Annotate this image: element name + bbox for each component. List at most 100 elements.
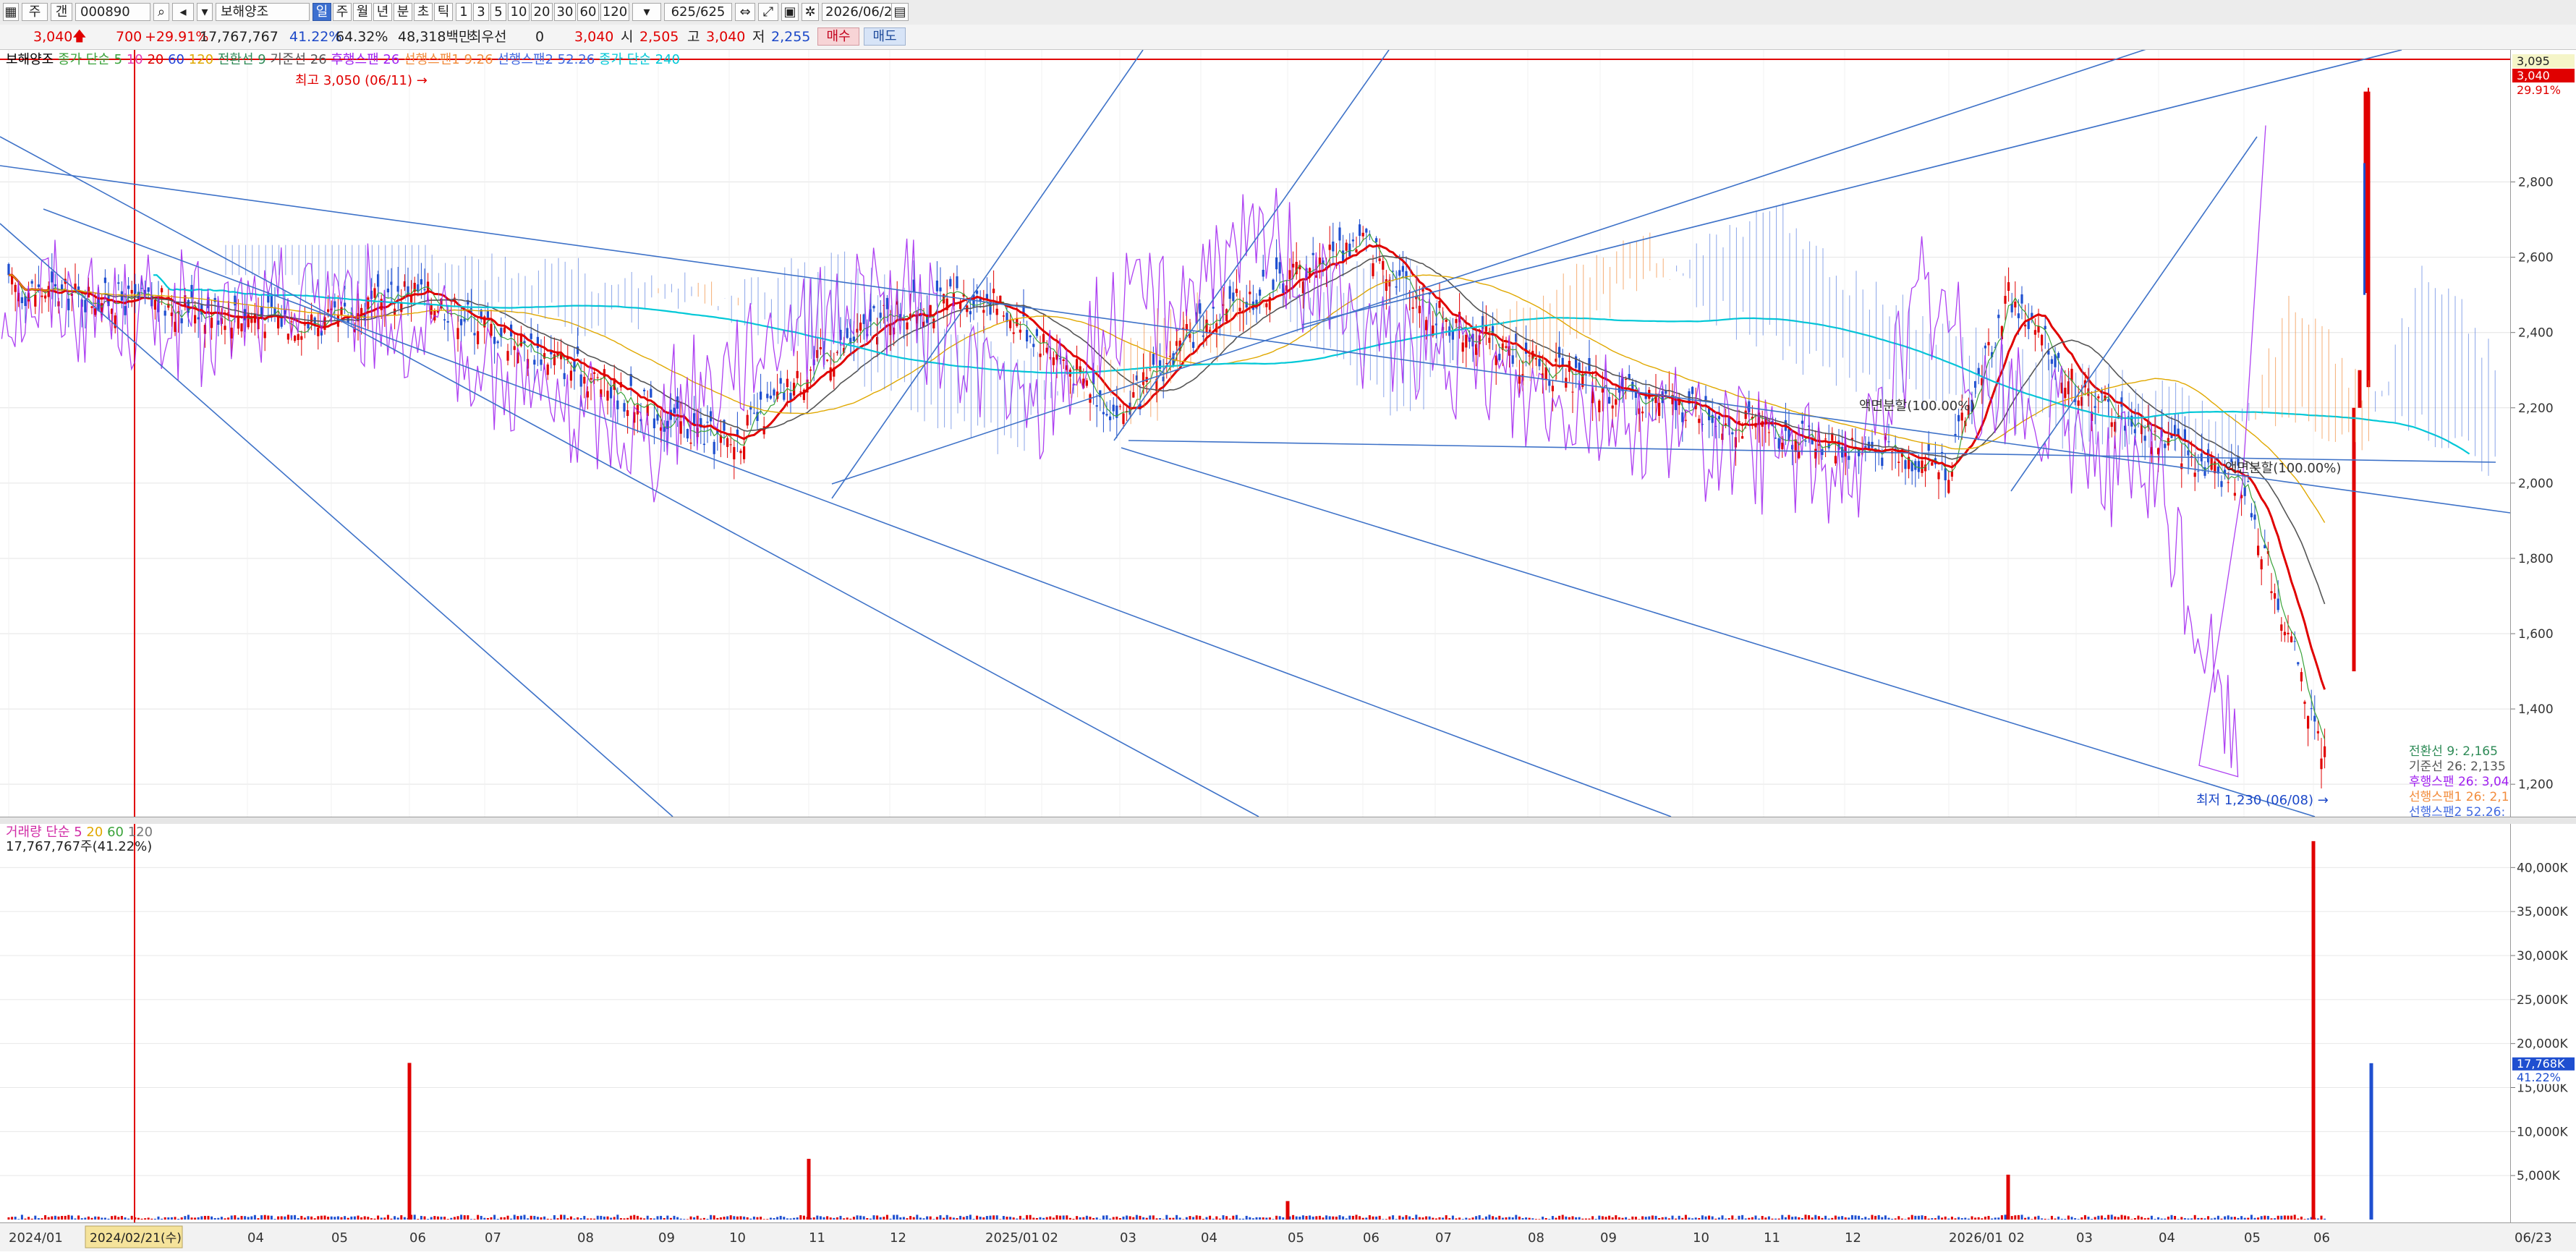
volume-bar bbox=[273, 1219, 276, 1220]
gear-icon[interactable]: ✲ bbox=[802, 3, 819, 21]
volume-bar bbox=[1900, 1218, 1903, 1220]
candle bbox=[2320, 758, 2323, 770]
period-year-button[interactable]: 년 bbox=[373, 3, 392, 21]
volume-bar bbox=[111, 1216, 114, 1220]
legend-item[interactable]: 전환선 9 bbox=[218, 52, 271, 67]
candle bbox=[161, 288, 163, 293]
period-week-button[interactable]: 주 bbox=[333, 3, 352, 21]
legend-item[interactable]: 선행스팬1 9.26 bbox=[404, 52, 497, 67]
legend-item[interactable]: 기준선 26 bbox=[270, 52, 331, 67]
volume-bar bbox=[2120, 1214, 2123, 1220]
best-price: 3,040 bbox=[574, 29, 614, 45]
legend-item[interactable]: 보해양조 bbox=[6, 52, 58, 67]
volume-bar bbox=[313, 1218, 316, 1220]
volume-bar bbox=[403, 1217, 406, 1220]
legend-item[interactable]: 120 bbox=[128, 825, 153, 840]
search-icon[interactable]: ⌕ bbox=[153, 3, 169, 21]
volume-bar bbox=[310, 1216, 313, 1220]
candle bbox=[1801, 420, 1803, 424]
volume-chart[interactable] bbox=[0, 824, 2510, 1222]
volume-bar bbox=[523, 1214, 526, 1220]
candle bbox=[37, 284, 40, 287]
minute-20-button[interactable]: 20 bbox=[531, 3, 553, 21]
candle bbox=[1658, 402, 1661, 416]
volume-bar bbox=[1981, 1218, 1984, 1220]
legend-item[interactable]: 60 bbox=[107, 825, 128, 840]
buy-button[interactable]: 매수 bbox=[817, 27, 859, 46]
crosshair-icon[interactable]: ⤢ bbox=[758, 3, 778, 21]
calendar-icon[interactable]: ▤ bbox=[891, 3, 909, 21]
sell-button[interactable]: 매도 bbox=[864, 27, 906, 46]
volume-bar bbox=[30, 1218, 33, 1220]
minute-30-button[interactable]: 30 bbox=[554, 3, 576, 21]
candle bbox=[477, 331, 480, 344]
x-tick-label: 09 bbox=[658, 1230, 675, 1246]
legend-item[interactable]: 10 bbox=[127, 52, 148, 67]
volume-bar bbox=[1561, 1214, 1564, 1220]
volume-bar bbox=[969, 1214, 972, 1220]
high-annotation: 최고 3,050 (06/11) → bbox=[295, 73, 428, 88]
chart-menu-button[interactable]: ▦ bbox=[3, 3, 19, 21]
volume-panel[interactable] bbox=[0, 824, 2510, 1222]
candle bbox=[2024, 324, 2027, 327]
stock-name-field[interactable]: 보해양조 bbox=[216, 3, 310, 21]
volume-bar bbox=[1542, 1216, 1544, 1220]
minute-120-button[interactable]: 120 bbox=[600, 3, 629, 21]
volume-tick-label: 5,000K bbox=[2517, 1169, 2561, 1183]
volume-bar bbox=[1478, 1214, 1481, 1220]
volume-bar bbox=[1817, 1216, 1820, 1220]
candle bbox=[380, 299, 383, 310]
minute-3-button[interactable]: 3 bbox=[473, 3, 489, 21]
period-second-button[interactable]: 초 bbox=[414, 3, 433, 21]
stock-code-input[interactable]: 000890 bbox=[75, 3, 150, 21]
minute-60-button[interactable]: 60 bbox=[577, 3, 599, 21]
legend-item[interactable]: 120 bbox=[189, 52, 218, 67]
volume-bar bbox=[230, 1215, 233, 1220]
candle bbox=[2193, 472, 2196, 477]
volume-bar bbox=[1365, 1217, 1368, 1220]
legend-item[interactable]: 20 bbox=[147, 52, 168, 67]
candle bbox=[1398, 270, 1401, 276]
legend-item[interactable]: 20 bbox=[86, 825, 107, 840]
period-month-button[interactable]: 월 bbox=[353, 3, 372, 21]
period-minute-button[interactable]: 분 bbox=[394, 3, 412, 21]
volume-bar bbox=[2091, 1219, 2093, 1220]
candle bbox=[1192, 341, 1195, 348]
minute-5-button[interactable]: 5 bbox=[490, 3, 506, 21]
volume-bar bbox=[383, 1217, 386, 1220]
minute-1-button[interactable]: 1 bbox=[456, 3, 472, 21]
dropdown-icon[interactable]: ▾ bbox=[197, 3, 213, 21]
legend-item[interactable]: 종가 단순 240 bbox=[599, 52, 680, 67]
volume-bar bbox=[1368, 1215, 1371, 1220]
period-day-button[interactable]: 일 bbox=[313, 3, 331, 21]
legend-item[interactable]: 종가 단순 5 bbox=[58, 52, 127, 67]
legend-item[interactable]: 60 bbox=[168, 52, 189, 67]
volume-bar bbox=[1049, 1216, 1052, 1220]
x-tick-label: 08 bbox=[1528, 1230, 1544, 1246]
legend-item[interactable]: 후행스팬 26 bbox=[331, 52, 404, 67]
interval-dropdown[interactable]: ▾ bbox=[632, 3, 661, 21]
trend-line bbox=[0, 165, 2511, 514]
period-tick-button[interactable]: 틱 bbox=[434, 3, 453, 21]
market-button[interactable]: 갠 bbox=[51, 3, 72, 21]
volume-bar bbox=[869, 1218, 872, 1220]
minute-10-button[interactable]: 10 bbox=[508, 3, 530, 21]
zoom-icon[interactable]: ⇔ bbox=[735, 3, 755, 21]
volume-bar bbox=[174, 1217, 177, 1220]
volume-bar bbox=[1295, 1216, 1298, 1220]
legend-item[interactable]: 거래량 단순 5 bbox=[6, 825, 86, 840]
candle bbox=[34, 294, 37, 307]
candle bbox=[992, 289, 995, 294]
x-tick-label: 11 bbox=[809, 1230, 825, 1246]
price-chart[interactable]: 최고 3,050 (06/11) → 최저 1,230 (06/08) → 액면분할… bbox=[0, 17, 2544, 820]
volume-bar bbox=[1165, 1214, 1168, 1220]
speaker-icon[interactable]: ◂ bbox=[172, 3, 194, 21]
legend-item[interactable]: 선행스팬2 52.26 bbox=[497, 52, 599, 67]
candle bbox=[2180, 463, 2183, 469]
bar-count-field[interactable]: 625/625 bbox=[664, 3, 732, 21]
volume-bar bbox=[94, 1216, 97, 1220]
price-panel[interactable]: 최고 3,050 (06/11) → 최저 1,230 (06/08) → 액면분할… bbox=[0, 17, 2544, 820]
volume-bar bbox=[347, 1217, 349, 1220]
unit-week-button[interactable]: 주 bbox=[22, 3, 48, 21]
save-icon[interactable]: ▣ bbox=[781, 3, 799, 21]
